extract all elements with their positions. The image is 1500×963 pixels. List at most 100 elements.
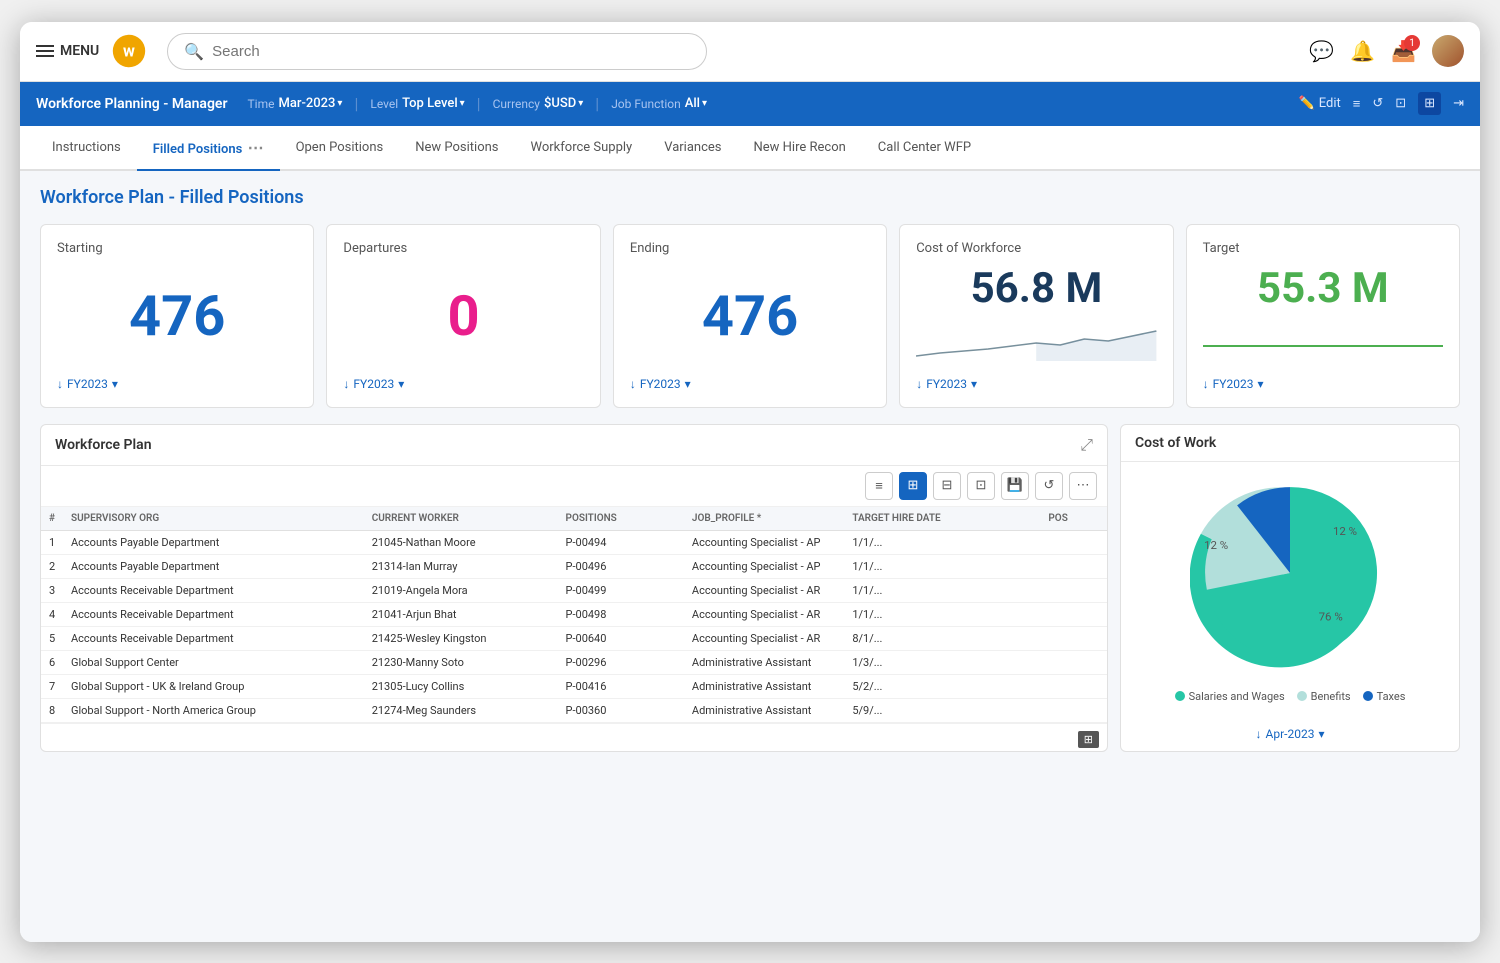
cell-worker: 21230-Manny Soto: [364, 650, 558, 674]
tab-filled-positions[interactable]: Filled Positions ⋯: [137, 126, 280, 171]
copy-toolbar-button[interactable]: ⊡: [967, 472, 995, 500]
filter-toolbar-button[interactable]: ≡: [865, 472, 893, 500]
edit-button[interactable]: ✏️ Edit: [1299, 96, 1341, 111]
arrow-icon: ↓: [916, 377, 922, 391]
cell-position: P-00296: [558, 650, 684, 674]
cost-mini-chart: [916, 321, 1156, 361]
notification-button[interactable]: 🔔: [1350, 39, 1375, 63]
tab-call-center-wfp[interactable]: Call Center WFP: [862, 128, 987, 169]
table-scroll[interactable]: # SUPERVISORY ORG CURRENT WORKER POSITIO…: [41, 507, 1107, 723]
cell-pos: [1040, 554, 1107, 578]
chart-footer[interactable]: ↓ Apr-2023 ▾: [1121, 719, 1459, 749]
header-row: # SUPERVISORY ORG CURRENT WORKER POSITIO…: [41, 507, 1107, 531]
kpi-starting-value: 476: [57, 264, 297, 369]
sub-nav: Workforce Planning - Manager Time Mar-20…: [20, 82, 1480, 126]
cell-job-profile: Administrative Assistant: [684, 674, 844, 698]
benefits-dot: [1297, 691, 1307, 701]
menu-icon: [36, 45, 54, 57]
tab-open-positions[interactable]: Open Positions: [280, 128, 400, 169]
salaries-label: Salaries and Wages: [1189, 690, 1285, 703]
kpi-starting: Starting 476 ↓ FY2023 ▾: [40, 224, 314, 408]
time-label: Time: [248, 97, 275, 111]
svg-text:w: w: [123, 41, 135, 60]
kpi-departures-label: Departures: [343, 241, 583, 256]
cell-job-profile: Accounting Specialist - AP: [684, 554, 844, 578]
tab-workforce-supply[interactable]: Workforce Supply: [515, 128, 649, 169]
time-filter[interactable]: Mar-2023 ▾: [278, 96, 342, 111]
kpi-ending-footer[interactable]: ↓ FY2023 ▾: [630, 377, 870, 391]
export-button[interactable]: ⇥: [1453, 96, 1464, 111]
main-content: Workforce Plan - Filled Positions Starti…: [20, 171, 1480, 942]
chevron-icon: ▾: [971, 377, 977, 391]
grid-toolbar-button[interactable]: ⊞: [899, 472, 927, 500]
sep3: |: [595, 94, 599, 113]
table-export[interactable]: ⊞: [1078, 731, 1099, 748]
table-row[interactable]: 7 Global Support - UK & Ireland Group 21…: [41, 674, 1107, 698]
cell-hire-date: 5/2/...: [844, 674, 1040, 698]
cell-pos: [1040, 602, 1107, 626]
cell-hire-date: 1/1/...: [844, 578, 1040, 602]
menu-label: MENU: [60, 43, 99, 59]
chat-button[interactable]: 💬: [1309, 39, 1334, 63]
search-input[interactable]: [212, 43, 690, 60]
currency-filter[interactable]: $USD ▾: [544, 96, 583, 111]
more-toolbar-button[interactable]: ⋯: [1069, 472, 1097, 500]
kpi-starting-footer[interactable]: ↓ FY2023 ▾: [57, 377, 297, 391]
cell-num: 6: [41, 650, 63, 674]
search-bar[interactable]: 🔍: [167, 33, 707, 70]
tab-instructions[interactable]: Instructions: [36, 128, 137, 169]
logo[interactable]: w: [111, 33, 147, 69]
tab-variances[interactable]: Variances: [648, 128, 737, 169]
cell-pos: [1040, 698, 1107, 722]
legend-taxes: Taxes: [1363, 690, 1406, 703]
table-row[interactable]: 5 Accounts Receivable Department 21425-W…: [41, 626, 1107, 650]
save-toolbar-button[interactable]: 💾: [1001, 472, 1029, 500]
avatar[interactable]: [1432, 35, 1464, 67]
table-row[interactable]: 3 Accounts Receivable Department 21019-A…: [41, 578, 1107, 602]
benefits-label: Benefits: [1311, 690, 1351, 703]
app-screen: MENU w 🔍 💬 🔔 📥 1 Workforce Planning -: [20, 22, 1480, 942]
grid-button[interactable]: ⊞: [1418, 92, 1441, 115]
tab-new-positions[interactable]: New Positions: [399, 128, 514, 169]
menu-button[interactable]: MENU: [36, 43, 99, 59]
kpi-departures-footer[interactable]: ↓ FY2023 ▾: [343, 377, 583, 391]
filter-icon-button[interactable]: ≡: [1353, 96, 1361, 112]
kpi-row: Starting 476 ↓ FY2023 ▾ Departures 0 ↓ F…: [40, 224, 1460, 408]
kpi-starting-label: Starting: [57, 241, 297, 256]
cell-position: P-00498: [558, 602, 684, 626]
kpi-ending-label: Ending: [630, 241, 870, 256]
chart-period: Apr-2023: [1266, 727, 1315, 741]
refresh-button[interactable]: ↺: [1372, 96, 1383, 111]
columns-toolbar-button[interactable]: ⊟: [933, 472, 961, 500]
inbox-button[interactable]: 📥 1: [1391, 39, 1416, 63]
cell-worker: 21305-Lucy Collins: [364, 674, 558, 698]
cell-pos: [1040, 674, 1107, 698]
tab-new-hire-recon[interactable]: New Hire Recon: [737, 128, 861, 169]
table-row[interactable]: 8 Global Support - North America Group 2…: [41, 698, 1107, 722]
bottom-row: Workforce Plan ⤢ ≡ ⊞ ⊟ ⊡ 💾 ↺ ⋯: [40, 424, 1460, 752]
table-row[interactable]: 1 Accounts Payable Department 21045-Nath…: [41, 530, 1107, 554]
pie-label-taxes: 12 %: [1333, 523, 1357, 537]
cell-num: 2: [41, 554, 63, 578]
cell-pos: [1040, 578, 1107, 602]
cell-num: 4: [41, 602, 63, 626]
kpi-target-footer[interactable]: ↓ FY2023 ▾: [1203, 377, 1443, 391]
refresh-toolbar-button[interactable]: ↺: [1035, 472, 1063, 500]
camera-button[interactable]: ⊡: [1395, 96, 1406, 111]
cell-hire-date: 5/9/...: [844, 698, 1040, 722]
tab-dots[interactable]: ⋯: [248, 138, 264, 157]
job-function-filter[interactable]: All ▾: [685, 96, 707, 111]
table-row[interactable]: 6 Global Support Center 21230-Manny Soto…: [41, 650, 1107, 674]
cell-num: 1: [41, 530, 63, 554]
kpi-cost-footer[interactable]: ↓ FY2023 ▾: [916, 377, 1156, 391]
cell-job-profile: Accounting Specialist - AR: [684, 602, 844, 626]
pie-label-salaries: 76 %: [1319, 609, 1343, 623]
job-function-chevron: ▾: [702, 98, 707, 109]
taxes-label: Taxes: [1377, 690, 1406, 703]
col-hire-date: TARGET HIRE DATE: [844, 507, 1040, 531]
cell-position: P-00494: [558, 530, 684, 554]
table-row[interactable]: 2 Accounts Payable Department 21314-Ian …: [41, 554, 1107, 578]
level-filter[interactable]: Top Level ▾: [402, 96, 465, 111]
table-row[interactable]: 4 Accounts Receivable Department 21041-A…: [41, 602, 1107, 626]
expand-button[interactable]: ⤢: [1080, 435, 1093, 455]
